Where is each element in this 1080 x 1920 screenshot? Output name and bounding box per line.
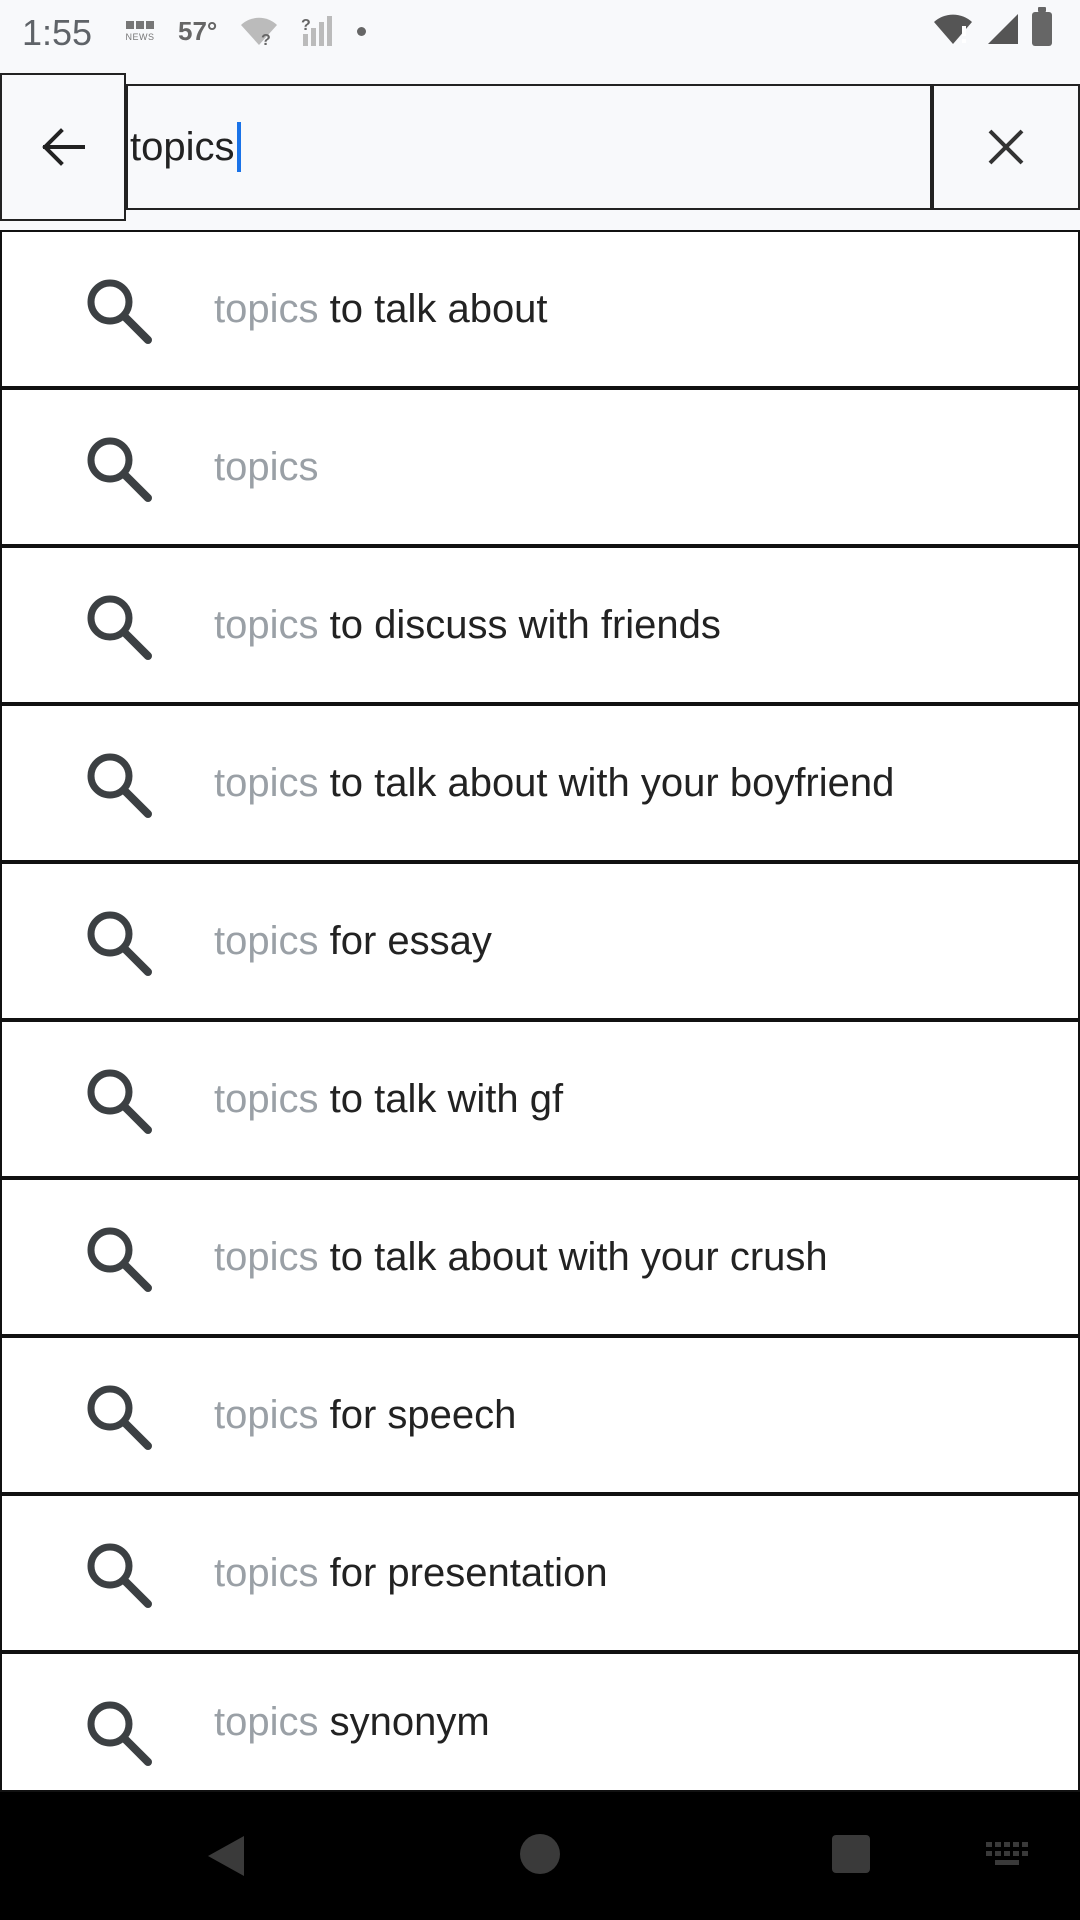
suggestion-item[interactable]: topics synonym <box>0 1652 1080 1792</box>
suggestion-query: topics <box>214 918 319 963</box>
navigation-bar <box>0 1792 1080 1920</box>
suggestion-item[interactable]: topics to talk with gf <box>0 1020 1080 1178</box>
suggestion-completion: to talk with gf <box>318 1076 564 1121</box>
temperature: 57° <box>178 15 218 46</box>
arrow-left-icon <box>42 128 85 166</box>
suggestion-query: topics <box>214 602 319 647</box>
suggestion-completion: to talk about with your crush <box>318 1234 828 1279</box>
suggestion-completion: for essay <box>318 918 492 963</box>
notification-dot-icon <box>357 26 367 36</box>
search-icon <box>87 595 152 660</box>
status-bar: 1:55 NEWS 57° ? ? <box>0 0 1080 62</box>
suggestion-completion: for presentation <box>318 1550 608 1595</box>
suggestion-item[interactable]: topics to talk about <box>0 230 1080 388</box>
search-icon <box>87 279 152 344</box>
nav-home-icon[interactable] <box>520 1834 560 1874</box>
svg-text:?: ? <box>301 17 311 34</box>
suggestion-completion: synonym <box>318 1699 490 1744</box>
suggestion-query: topics <box>214 286 319 331</box>
news-icon-label: NEWS <box>125 31 155 42</box>
search-icon <box>87 911 152 976</box>
suggestion-item[interactable]: topics for speech <box>0 1336 1080 1494</box>
cell-signal-icon <box>988 14 1018 44</box>
search-icon <box>87 1543 152 1608</box>
back-button[interactable] <box>0 73 126 221</box>
nav-recents-icon[interactable] <box>832 1835 870 1873</box>
clear-button[interactable] <box>932 84 1080 210</box>
suggestion-query: topics <box>214 444 319 489</box>
nav-back-icon[interactable] <box>206 1834 246 1878</box>
suggestion-item[interactable]: topics for essay <box>0 862 1080 1020</box>
suggestion-completion: to talk about with your boyfriend <box>318 760 895 805</box>
suggestion-completion: to talk about <box>318 286 548 331</box>
suggestion-query: topics <box>214 1076 319 1121</box>
search-icon <box>87 437 152 502</box>
suggestion-query: topics <box>214 1699 319 1744</box>
suggestion-completion: for speech <box>318 1392 517 1437</box>
search-icon <box>87 1701 152 1766</box>
status-time: 1:55 <box>22 12 93 53</box>
bbc-news-icon: NEWS <box>124 16 156 46</box>
suggestion-completion: to discuss with friends <box>318 602 721 647</box>
svg-text:?: ? <box>261 32 271 47</box>
battery-icon <box>1032 7 1052 46</box>
suggestion-query: topics <box>214 760 319 805</box>
suggestion-item[interactable]: topics to discuss with friends <box>0 546 1080 704</box>
suggestion-query: topics <box>214 1234 319 1279</box>
search-query-text: topics <box>130 124 235 169</box>
suggestion-item[interactable]: topics <box>0 388 1080 546</box>
suggestion-item[interactable]: topics to talk about with your crush <box>0 1178 1080 1336</box>
keyboard-icon[interactable] <box>986 1842 1030 1868</box>
suggestion-item[interactable]: topics for presentation <box>0 1494 1080 1652</box>
text-caret <box>236 122 241 172</box>
wifi-question-icon: ? <box>241 17 278 47</box>
search-icon <box>87 753 152 818</box>
wifi-alert-icon <box>934 14 972 44</box>
close-icon <box>988 129 1024 165</box>
search-icon <box>87 1069 152 1134</box>
suggestion-item[interactable]: topics to talk about with your boyfriend <box>0 704 1080 862</box>
search-icon <box>87 1385 152 1450</box>
signal-question-icon: ? <box>301 16 333 46</box>
search-icon <box>87 1227 152 1292</box>
search-input[interactable]: topics <box>126 84 932 210</box>
suggestion-query: topics <box>214 1550 319 1595</box>
suggestion-query: topics <box>214 1392 319 1437</box>
